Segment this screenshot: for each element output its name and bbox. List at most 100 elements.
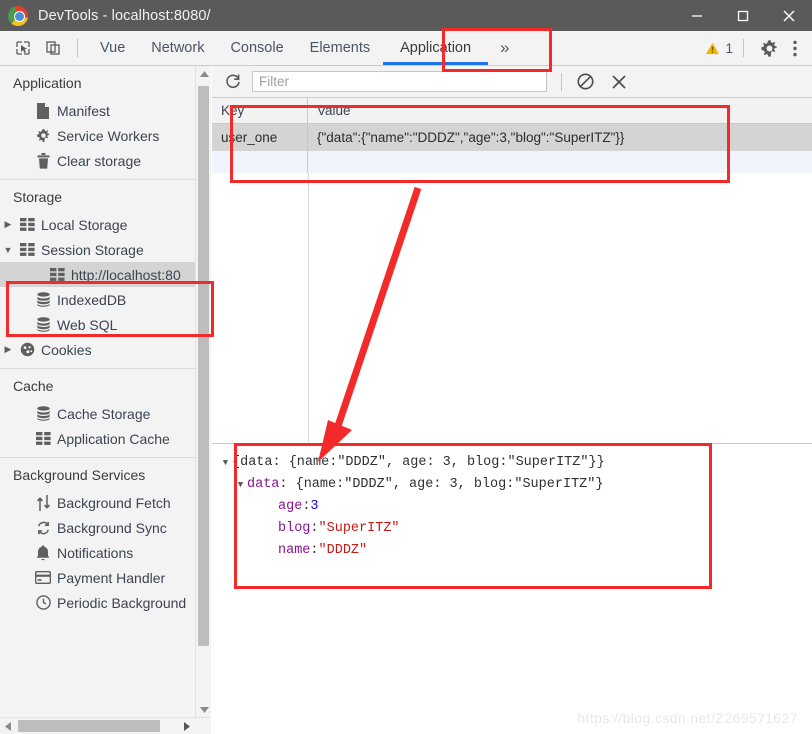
cell-key: user_one	[212, 124, 308, 151]
gear-icon[interactable]	[754, 31, 784, 65]
preview-tree-row[interactable]: ▼ data: {name: "DDDZ", age: 3, blog: "Sup…	[212, 474, 812, 496]
sidebar-item-background-fetch[interactable]: Background Fetch	[0, 490, 210, 515]
tab-network[interactable]: Network	[138, 31, 217, 65]
preview-token-plain: }	[595, 477, 604, 492]
maximize-button[interactable]	[720, 0, 766, 31]
toolbar-divider	[561, 72, 562, 91]
sidebar-hscroll-thumb[interactable]	[18, 720, 160, 732]
tab-vue[interactable]: Vue	[87, 31, 138, 65]
sidebar-item-notifications[interactable]: Notifications	[0, 540, 210, 565]
table-grid-icon	[46, 268, 68, 281]
preview-token-plain: , age: 3, blog:	[392, 477, 515, 492]
sidebar-item-label: Background Fetch	[57, 494, 171, 511]
sidebar-item-http-localhost-80[interactable]: http://localhost:80	[0, 262, 210, 287]
sidebar-item-indexeddb[interactable]: IndexedDB	[0, 287, 210, 312]
table-empty-row[interactable]	[212, 151, 812, 173]
chrome-logo-icon	[8, 5, 28, 26]
sidebar-item-session-storage[interactable]: ▼ Session Storage	[0, 237, 210, 262]
more-tabs-button[interactable]: »	[488, 38, 521, 58]
clock-icon	[32, 595, 54, 610]
device-toolbar-icon[interactable]	[38, 31, 68, 65]
sidebar-item-label: Local Storage	[41, 216, 128, 233]
gear-icon	[32, 128, 54, 143]
tab-label: Vue	[100, 40, 126, 56]
sidebar-item-label: Manifest	[57, 102, 110, 119]
sidebar-item-local-storage[interactable]: ▶ Local Storage	[0, 212, 210, 237]
warning-indicator[interactable]: 1	[705, 41, 733, 56]
scroll-up-arrow-icon[interactable]	[196, 66, 212, 82]
sidebar-item-payment-handler[interactable]: Payment Handler	[0, 565, 210, 590]
sidebar-item-label: Service Workers	[57, 127, 160, 144]
sidebar-item-periodic-background[interactable]: Periodic Background	[0, 590, 210, 615]
scroll-right-arrow-icon[interactable]	[178, 718, 194, 734]
delete-selected-icon[interactable]	[606, 69, 632, 95]
sidebar-item-manifest[interactable]: Manifest	[0, 98, 210, 123]
tab-label: Elements	[309, 40, 371, 56]
object-preview-pane: ▼ {data: {name: "DDDZ", age: 3, blog: "Su…	[212, 443, 812, 734]
database-icon	[32, 317, 54, 332]
storage-toolbar	[212, 66, 812, 98]
table-row[interactable]: user_one {"data":{"name":"DDDZ","age":3,…	[212, 124, 812, 151]
filter-input[interactable]	[252, 71, 547, 92]
sidebar-horizontal-scrollbar[interactable]	[0, 717, 211, 734]
kebab-menu-icon[interactable]	[784, 31, 806, 65]
cell-value: {"data":{"name":"DDDZ","age":3,"blog":"S…	[317, 130, 625, 145]
chevron-right-icon[interactable]: ▶	[0, 219, 16, 230]
table-header-row: Key Value	[212, 98, 812, 124]
chevron-down-icon[interactable]: ▼	[219, 452, 232, 474]
sidebar-item-label: http://localhost:80	[71, 266, 181, 283]
chevron-right-icon[interactable]: ▶	[0, 344, 16, 355]
document-icon	[32, 102, 54, 119]
preview-tree-row[interactable]: name: "DDDZ"	[212, 540, 812, 562]
sync-icon	[32, 520, 54, 536]
column-header-key[interactable]: Key	[212, 98, 308, 123]
sidebar-item-label: Web SQL	[57, 316, 118, 333]
table-grid-icon	[32, 432, 54, 445]
preview-tree-row[interactable]: age: 3	[212, 496, 812, 518]
chevron-down-icon[interactable]: ▼	[0, 245, 16, 255]
tab-console[interactable]: Console	[217, 31, 296, 65]
preview-token-plain: {data: {name:	[232, 455, 338, 470]
sidebar-item-cookies[interactable]: ▶ Cookies	[0, 337, 210, 362]
toolbar-divider	[743, 39, 744, 57]
tab-label: Application	[400, 40, 472, 56]
preview-tree-row[interactable]: blog: "SuperITZ"	[212, 518, 812, 540]
sidebar-item-clear-storage[interactable]: Clear storage	[0, 148, 210, 173]
preview-token-plain: : {name:	[279, 477, 345, 492]
sidebar-item-background-sync[interactable]: Background Sync	[0, 515, 210, 540]
sidebar-section-title: Cache	[13, 378, 54, 394]
inspect-element-icon[interactable]	[8, 31, 38, 65]
preview-token-num: 3	[310, 499, 319, 514]
sidebar-item-cache-storage[interactable]: Cache Storage	[0, 401, 210, 426]
preview-token-plain: "DDDZ"	[337, 455, 386, 470]
window-titlebar: DevTools - localhost:8080/	[0, 0, 812, 31]
preview-token-plain: :	[310, 543, 319, 558]
sidebar-item-application-cache[interactable]: Application Cache	[0, 426, 210, 451]
preview-token-prop: data	[247, 477, 280, 492]
sidebar-scroll-thumb[interactable]	[198, 86, 209, 646]
minimize-button[interactable]	[674, 0, 720, 31]
scroll-left-arrow-icon[interactable]	[0, 718, 16, 734]
credit-card-icon	[32, 571, 54, 584]
chevron-down-icon[interactable]: ▼	[234, 474, 247, 496]
tab-application[interactable]: Application	[383, 31, 488, 65]
tab-elements[interactable]: Elements	[297, 31, 383, 65]
column-header-value[interactable]: Value	[308, 98, 812, 123]
preview-tree-row[interactable]: ▼ {data: {name: "DDDZ", age: 3, blog: "Su…	[212, 452, 812, 474]
refresh-icon[interactable]	[220, 69, 246, 95]
scroll-down-arrow-icon[interactable]	[196, 701, 212, 717]
clear-all-icon[interactable]	[572, 69, 598, 95]
preview-token-plain: "SuperITZ"	[514, 477, 596, 492]
sidebar-section-title: Storage	[13, 189, 63, 205]
preview-token-str: "DDDZ"	[318, 543, 368, 558]
sidebar-item-service-workers[interactable]: Service Workers	[0, 123, 210, 148]
sidebar-vertical-scrollbar[interactable]	[195, 66, 211, 717]
close-button[interactable]	[766, 0, 812, 31]
sidebar-section-title: Background Services	[13, 467, 146, 483]
warning-count: 1	[725, 40, 733, 56]
sidebar-item-label: IndexedDB	[57, 291, 127, 308]
bell-icon	[32, 544, 54, 561]
sidebar-item-web-sql[interactable]: Web SQL	[0, 312, 210, 337]
